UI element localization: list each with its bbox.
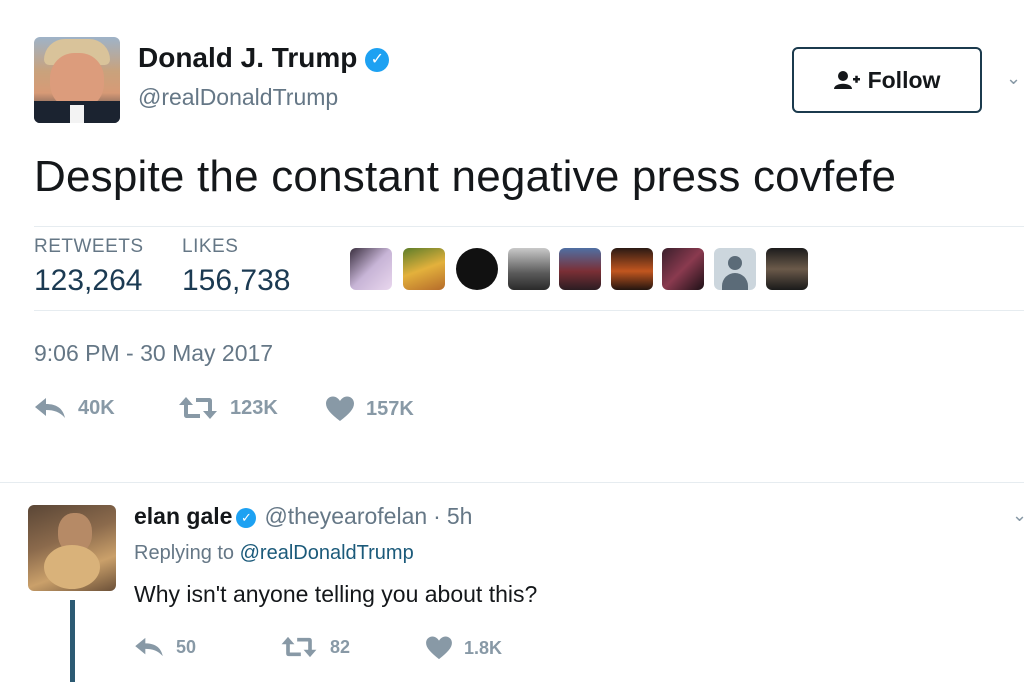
chevron-down-icon[interactable]: ⌄ (1006, 68, 1021, 88)
retweet-icon (281, 636, 317, 658)
tweet-timestamp[interactable]: 9:06 PM - 30 May 2017 (34, 340, 273, 367)
likes-label: LIKES (182, 236, 239, 257)
retweet-button[interactable]: 123K (178, 396, 278, 420)
replying-to: Replying to @realDonaldTrump (134, 542, 414, 565)
heart-icon (426, 636, 452, 660)
reply-arrow-icon (35, 398, 65, 418)
retweet-icon (179, 397, 217, 419)
reply-button[interactable]: 50 (134, 636, 196, 658)
separator-dot: · (433, 503, 441, 529)
liker-avatar[interactable] (350, 248, 392, 290)
divider (34, 226, 1024, 227)
retweets-stat[interactable]: RETWEETS 123,264 (34, 236, 144, 298)
reply-author-name[interactable]: elan gale (134, 503, 232, 529)
tweet-text: Despite the constant negative press covf… (34, 152, 897, 201)
reply-text: Why isn't anyone telling you about this? (134, 581, 538, 607)
replying-to-prefix: Replying to (134, 542, 235, 564)
follow-button-label: Follow (867, 66, 941, 93)
reply-time[interactable]: 5h (447, 503, 473, 529)
divider (0, 482, 1024, 483)
author-handle[interactable]: @realDonaldTrump (138, 84, 338, 111)
reply-author-avatar[interactable] (28, 505, 116, 591)
like-count: 157K (366, 397, 414, 420)
chevron-down-icon[interactable]: ⌄ (1012, 505, 1024, 526)
reply-header: elan gale ✓ @theyearofelan · 5h (134, 503, 472, 530)
liker-avatar[interactable] (559, 248, 601, 290)
reply-count: 50 (176, 636, 197, 657)
liker-avatar[interactable] (611, 248, 653, 290)
retweets-label: RETWEETS (34, 236, 144, 257)
retweet-count: 123K (230, 396, 278, 419)
author-name-text: Donald J. Trump (138, 42, 358, 73)
tweet-screenshot: Donald J. Trump ✓ @realDonaldTrump Follow… (0, 0, 1024, 682)
like-button[interactable]: 1.8K (426, 636, 502, 660)
liker-avatar[interactable] (508, 248, 550, 290)
reply-count: 40K (78, 396, 115, 419)
retweet-button[interactable]: 82 (280, 636, 350, 658)
heart-icon (326, 396, 354, 421)
like-count: 1.8K (464, 637, 503, 658)
verified-badge-icon: ✓ (365, 48, 390, 72)
likes-value: 156,738 (182, 264, 291, 297)
thread-line (70, 600, 75, 682)
liker-avatar[interactable] (766, 248, 808, 290)
follow-button[interactable]: Follow (792, 47, 982, 113)
add-user-icon (833, 71, 860, 89)
reply-arrow-icon (135, 637, 163, 657)
retweet-count: 82 (330, 636, 351, 657)
liker-avatar[interactable] (662, 248, 704, 290)
divider (34, 310, 1024, 311)
like-button[interactable]: 157K (326, 396, 414, 422)
author-avatar[interactable] (34, 37, 120, 123)
reply-author-handle[interactable]: @theyearofelan (264, 503, 427, 529)
default-avatar-icon[interactable] (714, 248, 756, 290)
likes-stat[interactable]: LIKES 156,738 (182, 236, 290, 298)
retweets-value: 123,264 (34, 264, 143, 297)
liker-avatar[interactable] (403, 248, 445, 290)
replying-to-mention[interactable]: @realDonaldTrump (240, 542, 414, 564)
reply-button[interactable]: 40K (34, 396, 115, 420)
liker-avatar[interactable] (456, 248, 498, 290)
author-name[interactable]: Donald J. Trump ✓ (138, 42, 390, 74)
verified-badge-icon: ✓ (236, 508, 257, 528)
